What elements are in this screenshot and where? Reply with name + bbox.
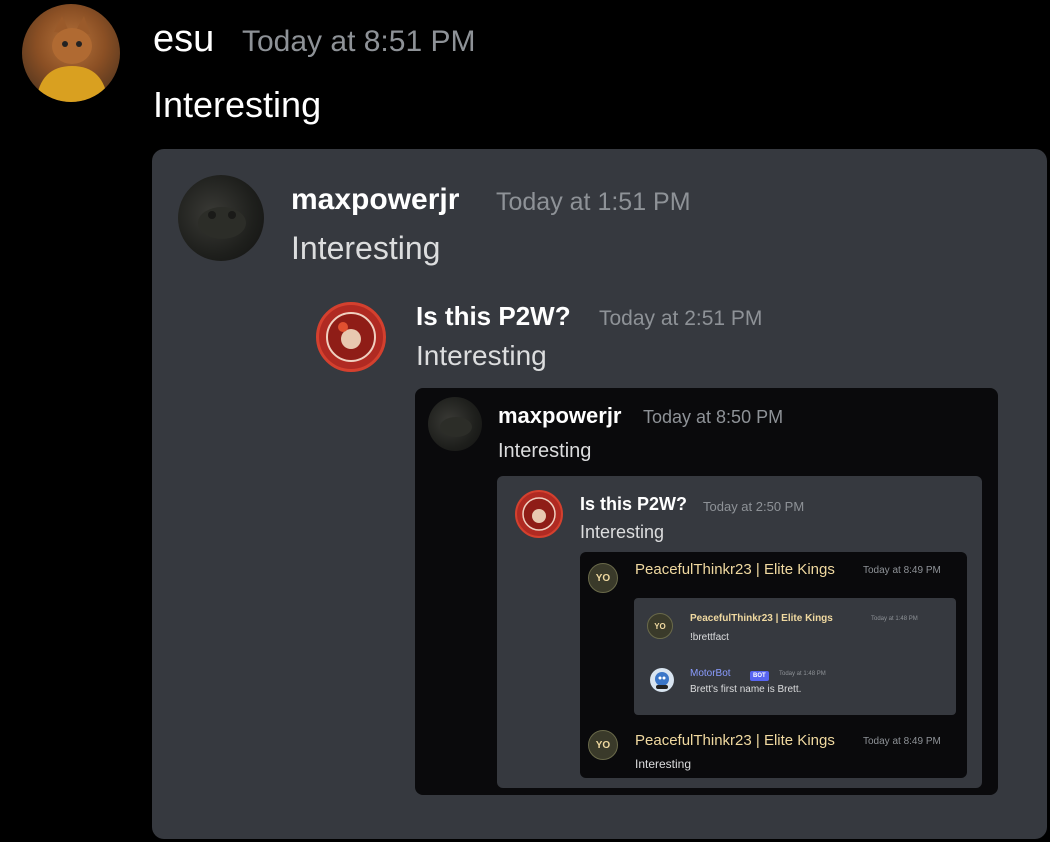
bot-message-content: Brett's first name is Brett.	[690, 684, 802, 695]
yo-badge-icon: YO	[595, 739, 611, 751]
frog-icon	[198, 207, 246, 239]
quote5-bottom-timestamp: Today at 8:49 PM	[863, 736, 941, 747]
red-badge-icon	[326, 312, 376, 362]
avatar-peacefulthinkr23-tiny[interactable]: YO	[647, 613, 673, 639]
quote4-username[interactable]: Is this P2W?	[580, 494, 687, 515]
quote1-username[interactable]: maxpowerjr	[291, 183, 459, 217]
root-username[interactable]: esu	[153, 18, 214, 61]
quote3-message-content: Interesting	[498, 440, 592, 462]
robot-icon	[655, 672, 669, 689]
quote4-timestamp: Today at 2:50 PM	[703, 499, 805, 514]
root-timestamp: Today at 8:51 PM	[242, 25, 476, 58]
yo-badge-icon: YO	[595, 572, 611, 584]
quote5-bottom-message-content: Interesting	[635, 757, 692, 771]
root-message-content: Interesting	[153, 84, 322, 125]
quote2-username[interactable]: Is this P2W?	[416, 301, 571, 332]
quote4-message-content: Interesting	[580, 522, 665, 542]
avatar-peacefulthinkr23[interactable]: YO	[588, 563, 618, 593]
quote5-top-timestamp: Today at 8:49 PM	[863, 565, 941, 576]
quote2-timestamp: Today at 2:51 PM	[599, 307, 763, 330]
quote5-bottom-username[interactable]: PeacefulThinkr23 | Elite Kings	[635, 732, 835, 749]
bot-username[interactable]: MotorBot	[690, 668, 731, 679]
quote3-username[interactable]: maxpowerjr	[498, 403, 622, 429]
quote1-message-content: Interesting	[291, 230, 441, 266]
inner-user-timestamp: Today at 1:48 PM	[871, 616, 918, 622]
quote3-timestamp: Today at 8:50 PM	[643, 407, 784, 427]
quote1-timestamp: Today at 1:51 PM	[496, 188, 691, 216]
cat-icon	[36, 16, 108, 102]
avatar-maxpowerjr-small[interactable]	[428, 397, 482, 451]
quote5-top-username[interactable]: PeacefulThinkr23 | Elite Kings	[635, 561, 835, 578]
inner-user-username[interactable]: PeacefulThinkr23 | Elite Kings	[690, 613, 833, 624]
quote2-message-content: Interesting	[416, 340, 547, 371]
avatar-motorbot[interactable]	[650, 668, 674, 692]
red-badge-icon	[522, 497, 556, 531]
inner-user-message-content: !brettfact	[690, 632, 729, 643]
avatar-maxpowerjr[interactable]	[178, 175, 264, 261]
avatar-is-this-p2w[interactable]	[316, 302, 386, 372]
avatar-esu[interactable]	[22, 4, 120, 102]
frog-icon	[440, 417, 472, 437]
avatar-peacefulthinkr23-bottom[interactable]: YO	[588, 730, 618, 760]
bot-timestamp: Today at 1:48 PM	[779, 671, 826, 677]
yo-badge-icon: YO	[654, 621, 666, 631]
bot-badge-label: BOT	[750, 670, 769, 681]
avatar-is-this-p2w-small[interactable]	[515, 490, 563, 538]
bot-badge: BOT	[750, 667, 769, 685]
